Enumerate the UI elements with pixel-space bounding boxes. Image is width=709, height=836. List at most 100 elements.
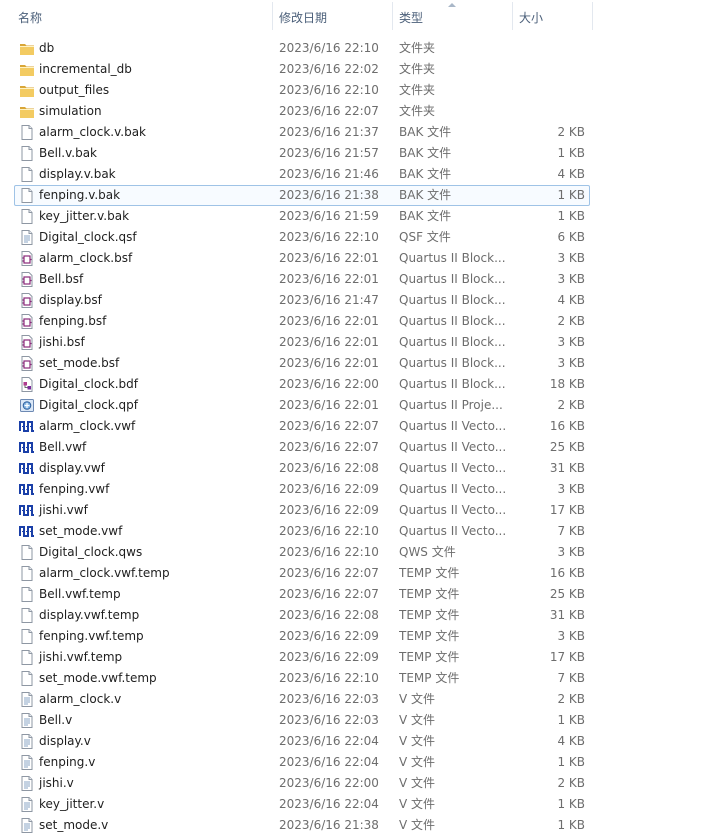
file-row[interactable]: fenping.vwf 2023/6/16 22:09 Quartus II Vec…	[0, 479, 709, 500]
file-name: output_files	[39, 83, 110, 97]
block-symbol-icon	[19, 248, 35, 269]
file-name: display.bsf	[39, 293, 102, 307]
file-row[interactable]: Bell.v 2023/6/16 22:03 V 文件 1 KB	[0, 710, 709, 731]
column-divider[interactable]	[512, 2, 513, 30]
file-size: 3 KB	[557, 629, 585, 643]
file-row[interactable]: display.bsf 2023/6/16 21:47 Quartus II Blo…	[0, 290, 709, 311]
file-type: TEMP 文件	[399, 587, 460, 601]
file-date: 2023/6/16 22:07	[279, 104, 379, 118]
text-document-icon	[19, 794, 35, 815]
file-type: V 文件	[399, 713, 436, 727]
file-row[interactable]: db 2023/6/16 22:10 文件夹	[0, 38, 709, 59]
file-row[interactable]: alarm_clock.vwf.temp 2023/6/16 22:07 TEMP …	[0, 563, 709, 584]
file-name: jishi.v	[39, 776, 74, 790]
file-date: 2023/6/16 22:00	[279, 776, 379, 790]
file-name: fenping.vwf.temp	[39, 629, 144, 643]
column-divider[interactable]	[272, 2, 273, 30]
file-row[interactable]: set_mode.vwf 2023/6/16 22:10 Quartus II Ve…	[0, 521, 709, 542]
column-divider[interactable]	[592, 2, 593, 30]
file-type: Quartus II Block...	[399, 356, 506, 370]
file-size	[513, 101, 585, 122]
column-header-type[interactable]: 类型	[399, 0, 509, 32]
file-size: 1 KB	[557, 188, 585, 202]
file-row[interactable]: output_files 2023/6/16 22:10 文件夹	[0, 80, 709, 101]
file-date: 2023/6/16 22:03	[279, 692, 379, 706]
file-name: Bell.bsf	[39, 272, 84, 286]
file-name: Digital_clock.qpf	[39, 398, 139, 412]
file-row[interactable]: Bell.bsf 2023/6/16 22:01 Quartus II Block.…	[0, 269, 709, 290]
file-row[interactable]: Digital_clock.bdf 2023/6/16 22:00 Quartus …	[0, 374, 709, 395]
file-type: V 文件	[399, 734, 436, 748]
file-name: set_mode.vwf	[39, 524, 123, 538]
column-divider[interactable]	[392, 2, 393, 30]
project-icon	[19, 395, 35, 416]
file-row[interactable]: alarm_clock.vwf 2023/6/16 22:07 Quartus II…	[0, 416, 709, 437]
file-row[interactable]: Bell.vwf.temp 2023/6/16 22:07 TEMP 文件 25 KB	[0, 584, 709, 605]
file-row[interactable]: alarm_clock.v 2023/6/16 22:03 V 文件 2 KB	[0, 689, 709, 710]
column-header-date[interactable]: 修改日期	[279, 0, 389, 32]
file-size: 1 KB	[557, 755, 585, 769]
file-size: 16 KB	[549, 566, 585, 580]
file-row[interactable]: display.v 2023/6/16 22:04 V 文件 4 KB	[0, 731, 709, 752]
file-row[interactable]: display.vwf.temp 2023/6/16 22:08 TEMP 文件 31…	[0, 605, 709, 626]
file-row[interactable]: jishi.vwf 2023/6/16 22:09 Quartus II Vecto…	[0, 500, 709, 521]
file-row[interactable]: fenping.v.bak 2023/6/16 21:38 BAK 文件 1 KB	[0, 185, 709, 206]
file-size: 3 KB	[557, 356, 585, 370]
text-document-icon	[19, 731, 35, 752]
file-name: key_jitter.v	[39, 797, 105, 811]
file-row[interactable]: alarm_clock.bsf 2023/6/16 22:01 Quartus II…	[0, 248, 709, 269]
file-row[interactable]: incremental_db 2023/6/16 22:02 文件夹	[0, 59, 709, 80]
file-row[interactable]: key_jitter.v 2023/6/16 22:04 V 文件 1 KB	[0, 794, 709, 815]
file-date: 2023/6/16 22:09	[279, 629, 379, 643]
file-row[interactable]: display.v.bak 2023/6/16 21:46 BAK 文件 4 KB	[0, 164, 709, 185]
file-row[interactable]: set_mode.bsf 2023/6/16 22:01 Quartus II Bl…	[0, 353, 709, 374]
column-header-size[interactable]: 大小	[519, 0, 589, 32]
file-row[interactable]: fenping.v 2023/6/16 22:04 V 文件 1 KB	[0, 752, 709, 773]
file-row[interactable]: alarm_clock.v.bak 2023/6/16 21:37 BAK 文件 2 …	[0, 122, 709, 143]
file-row[interactable]: key_jitter.v.bak 2023/6/16 21:59 BAK 文件 1 K…	[0, 206, 709, 227]
file-type: Quartus II Block...	[399, 335, 506, 349]
file-type: Quartus II Block...	[399, 377, 506, 391]
file-size: 2 KB	[557, 125, 585, 139]
file-row[interactable]: set_mode.v 2023/6/16 21:38 V 文件 1 KB	[0, 815, 709, 836]
file-type: Quartus II Vecto...	[399, 461, 507, 475]
file-size: 7 KB	[557, 524, 585, 538]
file-size: 16 KB	[549, 419, 585, 433]
file-size: 31 KB	[549, 608, 585, 622]
file-name: Bell.vwf.temp	[39, 587, 121, 601]
file-size: 6 KB	[557, 230, 585, 244]
file-date: 2023/6/16 22:09	[279, 650, 379, 664]
file-type: Quartus II Vecto...	[399, 440, 507, 454]
file-name: set_mode.vwf.temp	[39, 671, 157, 685]
file-size: 2 KB	[557, 398, 585, 412]
file-row[interactable]: fenping.bsf 2023/6/16 22:01 Quartus II Blo…	[0, 311, 709, 332]
file-row[interactable]: Bell.v.bak 2023/6/16 21:57 BAK 文件 1 KB	[0, 143, 709, 164]
file-name: simulation	[39, 104, 102, 118]
file-row[interactable]: Digital_clock.qpf 2023/6/16 22:01 Quartus …	[0, 395, 709, 416]
folder-icon	[19, 59, 35, 80]
file-row[interactable]: simulation 2023/6/16 22:07 文件夹	[0, 101, 709, 122]
file-row[interactable]: set_mode.vwf.temp 2023/6/16 22:10 TEMP 文件 7…	[0, 668, 709, 689]
file-name: key_jitter.v.bak	[39, 209, 130, 223]
file-row[interactable]: jishi.v 2023/6/16 22:00 V 文件 2 KB	[0, 773, 709, 794]
file-size: 3 KB	[557, 335, 585, 349]
file-size: 1 KB	[557, 713, 585, 727]
column-header-name[interactable]: 名称	[18, 0, 268, 32]
document-icon	[19, 164, 35, 185]
file-row[interactable]: fenping.vwf.temp 2023/6/16 22:09 TEMP 文件 3 …	[0, 626, 709, 647]
file-row[interactable]: Digital_clock.qws 2023/6/16 22:10 QWS 文件 3 …	[0, 542, 709, 563]
file-size: 3 KB	[557, 545, 585, 559]
file-row[interactable]: display.vwf 2023/6/16 22:08 Quartus II Vec…	[0, 458, 709, 479]
file-date: 2023/6/16 21:38	[279, 818, 379, 832]
file-row[interactable]: jishi.vwf.temp 2023/6/16 22:09 TEMP 文件 17 K…	[0, 647, 709, 668]
file-name: db	[39, 41, 55, 55]
file-date: 2023/6/16 22:00	[279, 377, 379, 391]
file-date: 2023/6/16 22:09	[279, 482, 379, 496]
file-row[interactable]: jishi.bsf 2023/6/16 22:01 Quartus II Block…	[0, 332, 709, 353]
file-row[interactable]: Bell.vwf 2023/6/16 22:07 Quartus II Vecto.…	[0, 437, 709, 458]
file-name: set_mode.v	[39, 818, 109, 832]
file-name: alarm_clock.v	[39, 692, 122, 706]
file-type: TEMP 文件	[399, 671, 460, 685]
file-row[interactable]: Digital_clock.qsf 2023/6/16 22:10 QSF 文件 6 …	[0, 227, 709, 248]
file-type: Quartus II Vecto...	[399, 503, 507, 517]
